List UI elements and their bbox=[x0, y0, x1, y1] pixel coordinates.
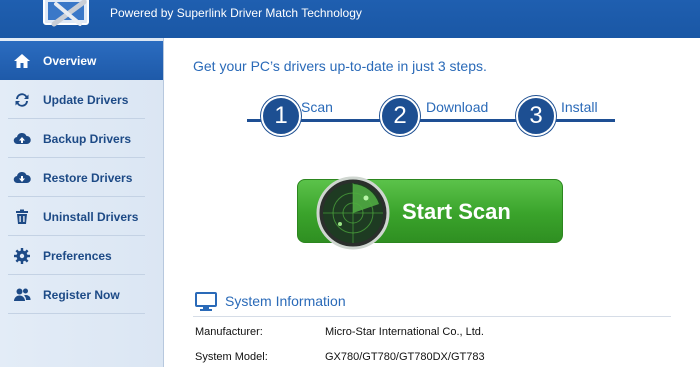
gear-icon bbox=[13, 247, 31, 265]
step-1-circle: 1 bbox=[261, 96, 301, 136]
sidebar-item-label: Uninstall Drivers bbox=[43, 209, 139, 224]
divider bbox=[193, 316, 671, 317]
sidebar-item-label: Preferences bbox=[43, 248, 112, 263]
header-tagline: Powered by Superlink Driver Match Techno… bbox=[110, 6, 362, 20]
divider bbox=[8, 313, 145, 314]
sidebar-item-label: Register Now bbox=[43, 287, 120, 302]
sidebar-item-label: Backup Drivers bbox=[43, 131, 132, 146]
home-icon bbox=[13, 52, 31, 70]
step-1-label: Scan bbox=[301, 99, 333, 115]
radar-icon bbox=[316, 176, 390, 250]
sidebar-item-label: Update Drivers bbox=[43, 92, 129, 107]
start-scan-button[interactable]: Start Scan bbox=[297, 176, 563, 250]
steps-progress-line bbox=[247, 119, 615, 122]
sidebar-item-update-drivers[interactable]: Update Drivers bbox=[0, 80, 163, 119]
sidebar-item-backup-drivers[interactable]: Backup Drivers bbox=[0, 119, 163, 158]
refresh-icon bbox=[13, 91, 31, 109]
sidebar-item-overview[interactable]: Overview bbox=[0, 41, 163, 80]
step-3-circle: 3 bbox=[516, 96, 556, 136]
sidebar-item-label: Restore Drivers bbox=[43, 170, 133, 185]
start-scan-label: Start Scan bbox=[402, 199, 511, 224]
app-header: Powered by Superlink Driver Match Techno… bbox=[0, 0, 700, 38]
restore-icon bbox=[13, 169, 31, 187]
sidebar-item-register-now[interactable]: Register Now bbox=[0, 275, 163, 314]
cloud-upload-icon bbox=[13, 130, 31, 148]
users-icon bbox=[13, 286, 31, 304]
system-model-value: GX780/GT780/GT780DX/GT783 bbox=[325, 351, 485, 363]
step-2-label: Download bbox=[426, 99, 489, 115]
system-information-title: System Information bbox=[225, 293, 346, 309]
sidebar-item-restore-drivers[interactable]: Restore Drivers bbox=[0, 158, 163, 197]
sidebar-item-preferences[interactable]: Preferences bbox=[0, 236, 163, 275]
manufacturer-value: Micro-Star International Co., Ltd. bbox=[325, 326, 484, 338]
app-logo-icon bbox=[43, 0, 89, 27]
trash-icon bbox=[13, 208, 31, 226]
sidebar-item-label: Overview bbox=[43, 53, 97, 68]
step-3-label: Install bbox=[561, 99, 598, 115]
system-model-label: System Model: bbox=[195, 351, 268, 363]
main-panel: Get your PC’s drivers up-to-date in just… bbox=[165, 38, 700, 367]
manufacturer-label: Manufacturer: bbox=[195, 326, 263, 338]
monitor-icon bbox=[195, 292, 217, 311]
sidebar-item-uninstall-drivers[interactable]: Uninstall Drivers bbox=[0, 197, 163, 236]
page-title: Get your PC’s drivers up-to-date in just… bbox=[193, 58, 487, 74]
step-2-circle: 2 bbox=[380, 96, 420, 136]
sidebar: Overview Update Drivers Backup Drivers R… bbox=[0, 38, 164, 367]
